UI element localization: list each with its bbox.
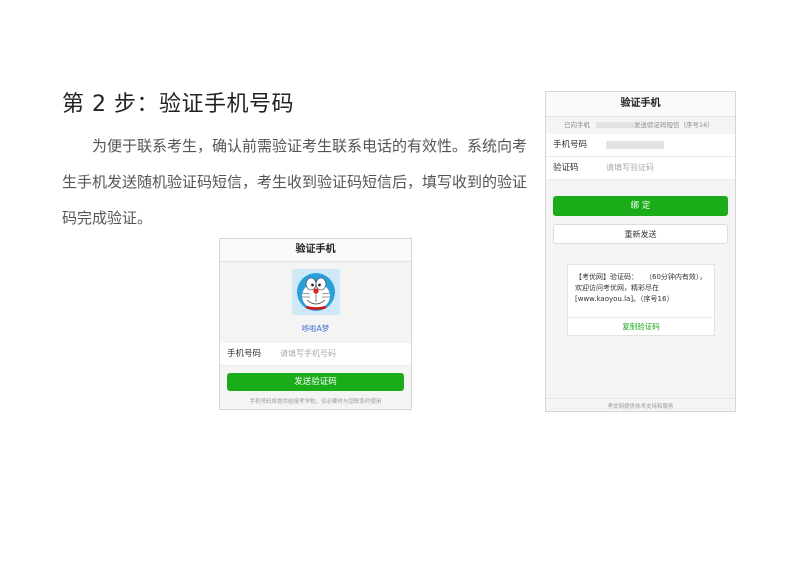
phone-screen-2: 验证手机 已向手机 发送验证码短信（序号16） 手机号码 验证码 请填写验证码 … — [545, 91, 736, 412]
code-input[interactable]: 请填写验证码 — [606, 157, 654, 179]
support-footer: 考优网提供技术支持和服务 — [546, 398, 735, 410]
sms-text: 【考优网】验证码： （60分钟内有效），欢迎访问考优网，精彩尽在[www.kao… — [575, 273, 707, 303]
step-description: 为便于联系考生，确认前需验证考生联系电话的有效性。系统向考生手机发送随机验证码短… — [62, 137, 528, 227]
nickname: 哆啦A梦 — [301, 324, 330, 333]
privacy-footnote: 手机号码将提供给报考学校，仅必要时与您联系时使用 — [249, 399, 382, 405]
code-label: 验证码 — [553, 163, 579, 173]
doraemon-icon — [297, 273, 335, 311]
masked-number — [596, 122, 634, 128]
code-row: 验证码 请填写验证码 — [546, 157, 735, 180]
phone-number-row: 手机号码 — [546, 134, 735, 157]
resend-button[interactable]: 重新发送 — [553, 224, 728, 244]
screen2-header: 验证手机 — [546, 92, 735, 117]
phone-number-label: 手机号码 — [227, 349, 262, 359]
doraemon-avatar — [292, 269, 340, 315]
sent-notice: 已向手机 发送验证码短信（序号16） — [546, 119, 735, 133]
step-title: 第 2 步：验证手机号码 — [62, 92, 294, 117]
sms-card: 【考优网】验证码： （60分钟内有效），欢迎访问考优网，精彩尽在[www.kao… — [567, 264, 715, 336]
sent-notice-left: 已向手机 — [564, 121, 590, 129]
screen1-header: 验证手机 — [220, 239, 411, 262]
bind-button[interactable]: 绑 定 — [553, 196, 728, 216]
phone-number-label: 手机号码 — [553, 140, 588, 150]
phone-number-row: 手机号码 请填写手机号码 — [220, 343, 411, 366]
send-code-button[interactable]: 发送验证码 — [227, 373, 404, 391]
copy-code-button[interactable]: 复制验证码 — [568, 317, 714, 336]
masked-phone-value — [606, 141, 664, 149]
phone-screen-1: 验证手机 哆啦A梦 手机号码 请填写手机号码 发送验证码 手机号码将提供给报考学… — [219, 238, 412, 410]
sent-notice-right: 发送验证码短信（序号16） — [634, 121, 714, 129]
phone-number-input[interactable]: 请填写手机号码 — [280, 343, 336, 365]
